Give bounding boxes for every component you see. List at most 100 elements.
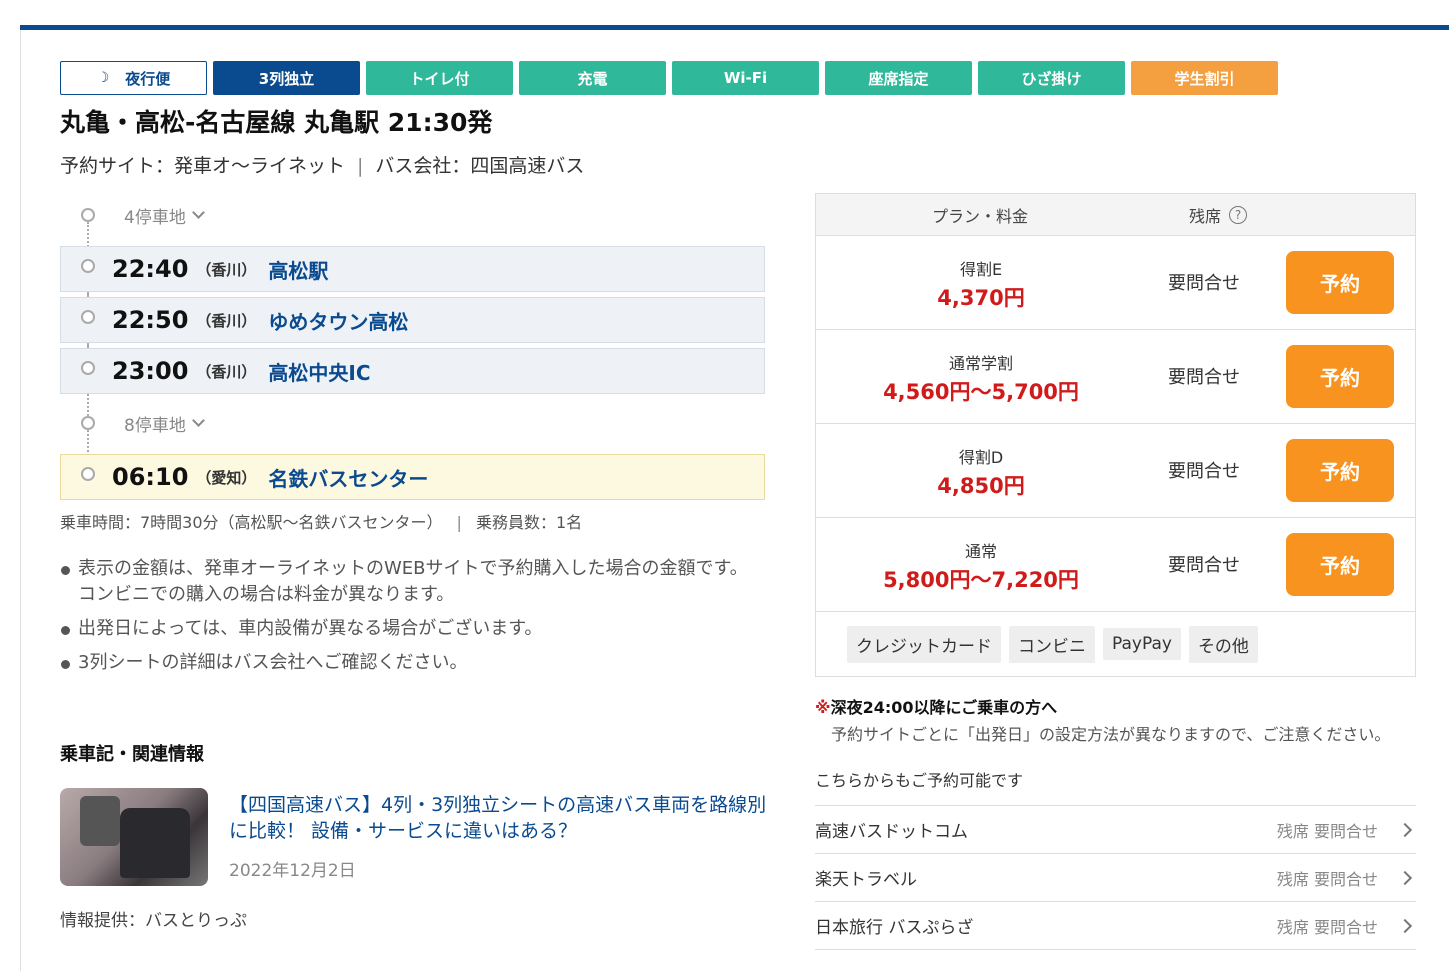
badge-wifi: Wi-Fi bbox=[672, 61, 819, 95]
col-seats-label: 残席 bbox=[1189, 207, 1222, 226]
chevron-right-icon bbox=[1397, 822, 1413, 837]
stop-row: 22:50 （香川） ゆめタウン高松 bbox=[60, 297, 765, 343]
plan-price: 4,560円～5,700円 bbox=[883, 380, 1079, 404]
stop-time: 22:50 bbox=[112, 306, 189, 334]
badge-student-discount: 学生割引 bbox=[1131, 61, 1278, 95]
alt-site-status: 残席 要問合せ bbox=[1276, 869, 1378, 889]
stop-count-label: 8停車地 bbox=[124, 416, 186, 436]
plan-name: 通常 bbox=[964, 542, 997, 561]
stop-prefecture: （香川） bbox=[196, 362, 257, 381]
badge-night-bus: ☽ 夜行便 bbox=[60, 61, 207, 95]
timeline-node bbox=[81, 361, 95, 375]
col-seats: 残席 ? bbox=[1189, 203, 1248, 227]
note-item: 3列シートの詳細はバス会社へご確認ください。 bbox=[60, 650, 760, 676]
article-thumbnail[interactable] bbox=[60, 788, 208, 886]
alt-site-name: 楽天トラベル bbox=[815, 870, 917, 890]
payment-other: その他 bbox=[1188, 625, 1258, 663]
chevron-down-icon bbox=[191, 414, 205, 427]
badge-label: 3列独立 bbox=[258, 69, 315, 88]
badge-label: ひざ掛け bbox=[1021, 69, 1082, 88]
notice-mark: ※ bbox=[815, 698, 831, 717]
arrival-stop-row: 06:10 （愛知） 名鉄バスセンター bbox=[60, 454, 765, 500]
expand-stops-toggle[interactable]: 4停車地 bbox=[124, 203, 205, 228]
top-accent-bar bbox=[20, 25, 1449, 30]
badge-label: 夜行便 bbox=[125, 69, 171, 88]
expand-stops-toggle[interactable]: 8停車地 bbox=[124, 411, 205, 436]
plan-price: 4,370円 bbox=[937, 286, 1025, 310]
stop-name-link[interactable]: 高松中央IC bbox=[268, 357, 370, 386]
plan-row: 得割E 4,370円 要問合せ 予約 bbox=[816, 236, 1415, 330]
seat-availability: 要問合せ bbox=[1168, 367, 1240, 388]
reserve-button[interactable]: 予約 bbox=[1286, 533, 1394, 596]
chevron-down-icon bbox=[191, 206, 205, 219]
plan-name: 得割E bbox=[959, 260, 1003, 279]
seat-availability: 要問合せ bbox=[1168, 273, 1240, 294]
plan-table: プラン・料金 残席 ? 得割E 4,370円 要問合せ 予約 通常学割 4,56… bbox=[815, 193, 1416, 677]
stop-name-link[interactable]: 高松駅 bbox=[268, 255, 328, 284]
alt-site-name: 日本旅行 バスぷらざ bbox=[815, 918, 974, 938]
timeline-node bbox=[81, 310, 95, 324]
alt-site-item[interactable]: 高速バスドットコム 残席 要問合せ bbox=[815, 806, 1416, 854]
plan-table-header: プラン・料金 残席 ? bbox=[816, 194, 1415, 236]
col-plan-price: プラン・料金 bbox=[932, 207, 1029, 226]
timeline-node bbox=[81, 467, 95, 481]
booking-site: 予約サイト：発車オ～ライネット bbox=[60, 155, 346, 177]
plan-price: 4,850円 bbox=[937, 474, 1025, 498]
badge-label: トイレ付 bbox=[409, 69, 470, 88]
stop-name-link[interactable]: ゆめタウン高松 bbox=[268, 306, 408, 335]
payment-credit-card: クレジットカード bbox=[847, 625, 1001, 663]
stop-prefecture: （香川） bbox=[196, 311, 257, 330]
plan-row: 得割D 4,850円 要問合せ 予約 bbox=[816, 424, 1415, 518]
article-link[interactable]: 【四国高速バス】4列・3列独立シートの高速バス車両を路線別に比較！ 設備・サービ… bbox=[229, 792, 769, 844]
stop-row: 22:40 （香川） 高松駅 bbox=[60, 246, 765, 292]
timeline-node bbox=[81, 208, 95, 222]
thumbnail-shape bbox=[80, 796, 120, 846]
payment-methods: クレジットカード コンビニ PayPay その他 bbox=[816, 612, 1415, 676]
stop-count-label: 4停車地 bbox=[124, 208, 186, 228]
late-night-title: 深夜24:00以降にご乗車の方へ bbox=[830, 698, 1058, 717]
stop-prefecture: （香川） bbox=[196, 260, 257, 279]
alt-sites-list: 高速バスドットコム 残席 要問合せ 楽天トラベル 残席 要問合せ 日本旅行 バス… bbox=[815, 805, 1416, 950]
badge-label: Wi-Fi bbox=[723, 69, 768, 87]
booking-info: 予約サイト：発車オ～ライネット | バス会社：四国高速バス bbox=[60, 155, 585, 177]
payment-paypay: PayPay bbox=[1103, 628, 1181, 660]
late-night-heading: ※深夜24:00以降にご乗車の方へ bbox=[815, 694, 1390, 718]
chevron-right-icon bbox=[1397, 870, 1413, 885]
badge-label: 学生割引 bbox=[1174, 69, 1235, 88]
alt-site-status: 残席 要問合せ bbox=[1276, 917, 1378, 937]
badge-toilet: トイレ付 bbox=[366, 61, 513, 95]
page-title: 丸亀・高松-名古屋線 丸亀駅 21:30発 bbox=[60, 108, 493, 137]
timeline-node bbox=[81, 416, 95, 430]
notes-list: 表示の金額は、発車オーライネットのWEBサイトで予約購入した場合の金額です。コン… bbox=[60, 556, 760, 684]
timeline-node bbox=[81, 259, 95, 273]
plan-row: 通常学割 4,560円～5,700円 要問合せ 予約 bbox=[816, 330, 1415, 424]
reserve-button[interactable]: 予約 bbox=[1286, 251, 1394, 314]
ride-time: 乗車時間：7時間30分（高松駅～名鉄バスセンター） bbox=[60, 513, 443, 532]
late-night-body: 予約サイトごとに「出発日」の設定方法が異なりますので、ご注意ください。 bbox=[831, 725, 1391, 744]
plan-name: 得割D bbox=[958, 448, 1004, 467]
stop-name-link[interactable]: 名鉄バスセンター bbox=[268, 463, 428, 492]
help-icon[interactable]: ? bbox=[1229, 206, 1248, 224]
badge-seat-reservation: 座席指定 bbox=[825, 61, 972, 95]
note-item: 表示の金額は、発車オーライネットのWEBサイトで予約購入した場合の金額です。コン… bbox=[60, 556, 760, 608]
badge-label: 充電 bbox=[577, 69, 608, 88]
seat-availability: 要問合せ bbox=[1168, 555, 1240, 576]
thumbnail-shape bbox=[120, 808, 190, 878]
stop-time: 06:10 bbox=[112, 463, 189, 491]
badge-3-row-independent: 3列独立 bbox=[213, 61, 360, 95]
badge-charging: 充電 bbox=[519, 61, 666, 95]
stop-time: 23:00 bbox=[112, 357, 189, 385]
related-heading: 乗車記・関連情報 bbox=[60, 744, 204, 765]
stop-row: 23:00 （香川） 高松中央IC bbox=[60, 348, 765, 394]
note-item: 出発日によっては、車内設備が異なる場合がございます。 bbox=[60, 616, 760, 642]
left-border bbox=[20, 30, 21, 971]
alt-site-item[interactable]: 日本旅行 バスぷらざ 残席 要問合せ bbox=[815, 902, 1416, 950]
alt-site-item[interactable]: 楽天トラベル 残席 要問合せ bbox=[815, 854, 1416, 902]
seat-availability: 要問合せ bbox=[1168, 461, 1240, 482]
reserve-button[interactable]: 予約 bbox=[1286, 345, 1394, 408]
feature-badges: ☽ 夜行便 3列独立 トイレ付 充電 Wi-Fi 座席指定 ひざ掛け 学生割引 bbox=[60, 61, 1278, 95]
reserve-button[interactable]: 予約 bbox=[1286, 439, 1394, 502]
badge-label: 座席指定 bbox=[868, 69, 929, 88]
alt-sites-heading: こちらからもご予約可能です bbox=[815, 771, 1024, 790]
plan-price: 5,800円～7,220円 bbox=[883, 568, 1079, 592]
